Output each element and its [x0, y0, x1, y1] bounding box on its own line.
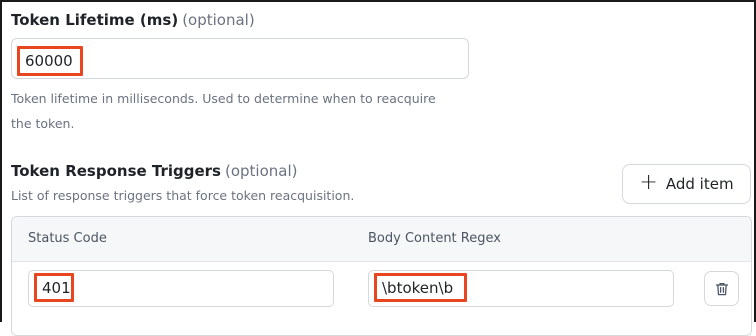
status-code-input[interactable]: 401: [28, 270, 334, 307]
add-item-button[interactable]: + Add item: [622, 164, 751, 204]
token-lifetime-help: Token lifetime in milliseconds. Used to …: [11, 86, 461, 136]
token-lifetime-help-line-1: Token lifetime in milliseconds. Used to …: [11, 91, 436, 106]
triggers-table: Status Code Body Content Regex 401 \btok…: [11, 216, 752, 336]
token-response-triggers-label: Token Response Triggers (optional): [11, 162, 298, 180]
status-code-value: 401: [34, 273, 74, 302]
optional-tag: (optional): [182, 11, 255, 29]
delete-row-button[interactable]: [704, 271, 739, 306]
token-response-triggers-help: List of response triggers that force tok…: [11, 188, 355, 203]
form-panel: Token Lifetime (ms) (optional) 60000 Toke…: [0, 0, 756, 336]
plus-icon: +: [639, 170, 658, 195]
optional-tag: (optional): [225, 162, 298, 180]
token-lifetime-help-line-2: the token.: [11, 116, 75, 131]
token-lifetime-value: 60000: [17, 46, 83, 76]
body-content-regex-value: \btoken\b: [374, 273, 467, 302]
token-lifetime-label: Token Lifetime (ms) (optional): [11, 11, 255, 29]
token-lifetime-label-text: Token Lifetime (ms): [11, 11, 179, 29]
trash-icon: [715, 282, 728, 295]
token-lifetime-input[interactable]: 60000: [11, 38, 469, 79]
token-response-triggers-label-text: Token Response Triggers: [11, 162, 221, 180]
body-content-regex-input[interactable]: \btoken\b: [368, 270, 674, 307]
column-header-status-code: Status Code: [28, 231, 107, 246]
table-header: Status Code Body Content Regex: [12, 217, 751, 262]
add-item-label: Add item: [665, 175, 734, 193]
column-header-body-content-regex: Body Content Regex: [368, 231, 501, 246]
